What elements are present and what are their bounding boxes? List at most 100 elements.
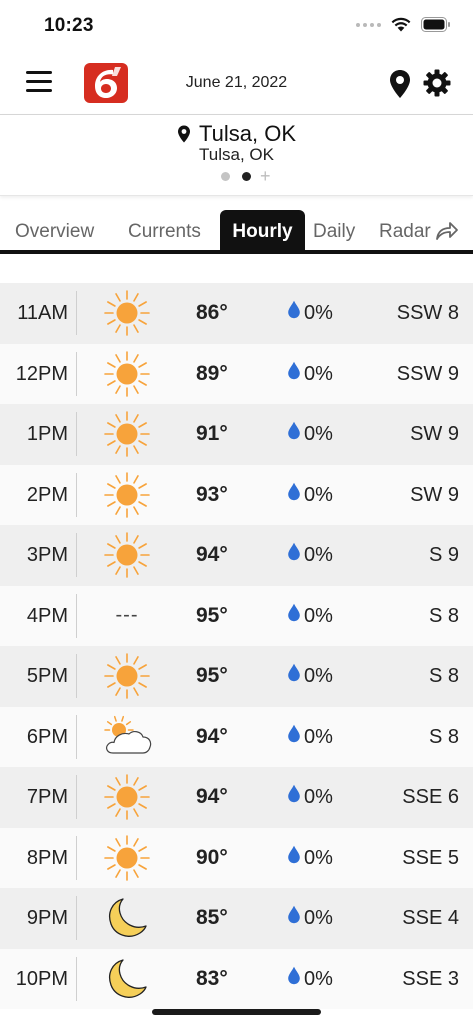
hourly-row[interactable]: 11AM 86° 0% SSW 8 — [0, 283, 473, 344]
precip-chance: 0% — [304, 362, 333, 385]
hourly-row[interactable]: 7PM 94° 0% SSE 6 — [0, 767, 473, 828]
precip-chance: 0% — [304, 786, 333, 808]
status-bar: 10:23 — [0, 0, 473, 52]
row-divider — [76, 775, 77, 819]
precip-chance: 0% — [304, 483, 333, 506]
temperature: 94° — [196, 543, 228, 566]
settings-gear-icon[interactable] — [423, 69, 451, 97]
status-icons — [356, 17, 451, 32]
page-dot-active[interactable] — [242, 171, 251, 181]
tab-overview[interactable]: Overview — [15, 210, 94, 250]
precip-chance: 0% — [304, 725, 333, 748]
sun-icon — [100, 409, 154, 459]
hourly-row[interactable]: 12PM 89° 0% SSW 9 — [0, 343, 473, 404]
hourly-row[interactable]: 5PM 95° 0% S 8 — [0, 646, 473, 707]
no-data-indicator: --- — [100, 591, 154, 641]
precipitation: 0% — [287, 949, 333, 1009]
home-indicator[interactable] — [152, 1009, 321, 1015]
precipitation: 0% — [287, 404, 333, 464]
moon-icon — [100, 893, 154, 943]
row-divider — [76, 654, 77, 698]
hour-label: 10PM — [15, 967, 68, 990]
hour-label: 2PM — [26, 483, 68, 506]
row-divider — [76, 472, 77, 517]
raindrop-icon — [287, 586, 304, 646]
status-time: 10:23 — [44, 15, 94, 36]
tab-radar[interactable]: Radar — [379, 210, 459, 250]
tab-hourly[interactable]: Hourly — [220, 210, 305, 250]
precipitation: 0% — [287, 646, 333, 706]
wind: S 8 — [428, 665, 459, 687]
precipitation: 0% — [287, 888, 333, 948]
temperature: 83° — [196, 966, 228, 990]
temperature: 95° — [196, 603, 228, 627]
hourly-row[interactable]: 1PM 91° 0% SW 9 — [0, 404, 473, 465]
add-location-icon[interactable]: + — [260, 167, 271, 185]
sun-icon — [100, 651, 154, 701]
cellular-signal-icon — [356, 22, 381, 27]
wind: SSE 6 — [402, 786, 459, 808]
hourly-row[interactable]: 3PM 94° 0% S 9 — [0, 525, 473, 586]
wind: S 8 — [428, 604, 459, 627]
precipitation: 0% — [287, 344, 333, 404]
location-selector[interactable]: Tulsa, OK Tulsa, OK + — [0, 114, 473, 196]
precipitation: 0% — [287, 525, 333, 585]
precipitation: 0% — [287, 465, 333, 525]
hour-label: 3PM — [26, 544, 68, 566]
temperature: 89° — [196, 361, 228, 385]
raindrop-icon — [287, 344, 304, 404]
precip-chance: 0% — [304, 423, 333, 445]
temperature: 94° — [196, 724, 228, 748]
location-pin-icon[interactable] — [388, 69, 412, 99]
hourly-row[interactable]: 10PM 83° 0% SSE 3 — [0, 948, 473, 1009]
wind: SSE 4 — [402, 907, 459, 929]
hour-label: 4PM — [26, 604, 68, 627]
row-divider — [76, 412, 77, 456]
raindrop-icon — [287, 525, 304, 585]
wifi-icon — [391, 17, 411, 32]
hour-label: 9PM — [26, 907, 68, 929]
precipitation: 0% — [287, 767, 333, 827]
hourly-row[interactable]: 2PM 93° 0% SW 9 — [0, 464, 473, 525]
location-page-indicator[interactable]: + — [221, 167, 271, 185]
precip-chance: 0% — [304, 302, 333, 324]
row-divider — [76, 351, 77, 396]
hour-label: 8PM — [26, 846, 68, 869]
precipitation: 0% — [287, 707, 333, 767]
battery-icon — [421, 17, 450, 32]
page-dot[interactable] — [221, 171, 230, 181]
hourly-row[interactable]: 8PM 90° 0% SSE 5 — [0, 827, 473, 888]
hour-label: 7PM — [26, 786, 68, 808]
raindrop-icon — [287, 465, 304, 525]
no-data-text: --- — [115, 604, 139, 626]
forecast-tabs: Overview Currents Hourly Daily Radar — [0, 210, 473, 254]
row-divider — [76, 533, 77, 577]
partly-cloudy-icon — [100, 712, 154, 762]
tab-currents[interactable]: Currents — [128, 210, 201, 250]
hourly-row[interactable]: 9PM 85° 0% SSE 4 — [0, 888, 473, 949]
tab-daily[interactable]: Daily — [313, 210, 355, 250]
hourly-list[interactable]: 11AM 86° 0% SSW 8 12PM 89° 0% SSW 9 1PM 91° 0% SW 9… — [0, 283, 473, 1009]
app-header: June 21, 2022 — [0, 52, 473, 114]
hourly-row[interactable]: 4PM --- 95° 0% S 8 — [0, 585, 473, 646]
tab-radar-label: Radar — [379, 221, 431, 242]
share-arrow-icon — [435, 222, 458, 240]
hourly-row[interactable]: 6PM 94° 0% S 8 — [0, 706, 473, 767]
temperature: 90° — [196, 845, 228, 869]
precip-chance: 0% — [304, 544, 333, 566]
wind: SSE 5 — [402, 846, 459, 869]
row-divider — [76, 835, 77, 880]
precipitation: 0% — [287, 586, 333, 646]
wind: SSW 9 — [396, 362, 459, 385]
sun-icon — [100, 833, 154, 883]
row-divider — [76, 593, 77, 638]
location-primary: Tulsa, OK — [0, 121, 473, 147]
raindrop-icon — [287, 767, 304, 827]
wind: S 9 — [428, 544, 459, 566]
precip-chance: 0% — [304, 846, 333, 869]
precip-chance: 0% — [304, 604, 333, 627]
wind: SSE 3 — [402, 967, 459, 990]
temperature: 91° — [196, 422, 228, 445]
location-pin-icon — [178, 125, 190, 143]
sun-icon — [100, 772, 154, 822]
